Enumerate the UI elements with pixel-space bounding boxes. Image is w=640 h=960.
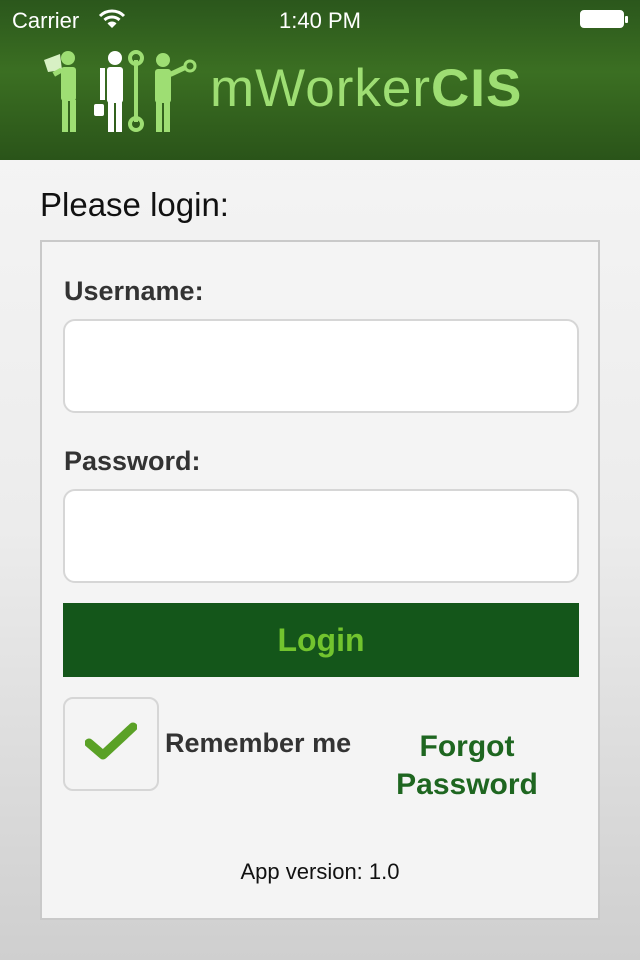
app-logo-text: mWorkerCIS	[210, 58, 522, 119]
username-input[interactable]	[63, 319, 579, 413]
status-bar: Carrier 1:40 PM	[0, 0, 640, 40]
app-header: Carrier 1:40 PM mWorkerCIS	[0, 0, 640, 160]
battery-icon	[580, 10, 628, 28]
login-heading: Please login:	[40, 186, 229, 223]
password-label: Password:	[64, 446, 201, 476]
logo-suffix: CIS	[430, 59, 523, 118]
app-version: App version: 1.0	[240, 859, 400, 884]
logo-prefix: mWorker	[210, 59, 431, 118]
password-input[interactable]	[63, 489, 579, 583]
username-label: Username:	[64, 276, 204, 306]
workers-logo-icon	[44, 50, 197, 132]
forgot-password-link[interactable]: Forgot Password	[364, 728, 570, 804]
remember-me-checkbox[interactable]	[63, 697, 159, 791]
login-button[interactable]: Login	[63, 603, 579, 677]
status-time: 1:40 PM	[279, 8, 361, 33]
login-card: Username: Password: Login Remember me Fo…	[40, 240, 600, 920]
checkmark-icon	[85, 722, 137, 760]
remember-me-label[interactable]: Remember me	[165, 728, 351, 759]
